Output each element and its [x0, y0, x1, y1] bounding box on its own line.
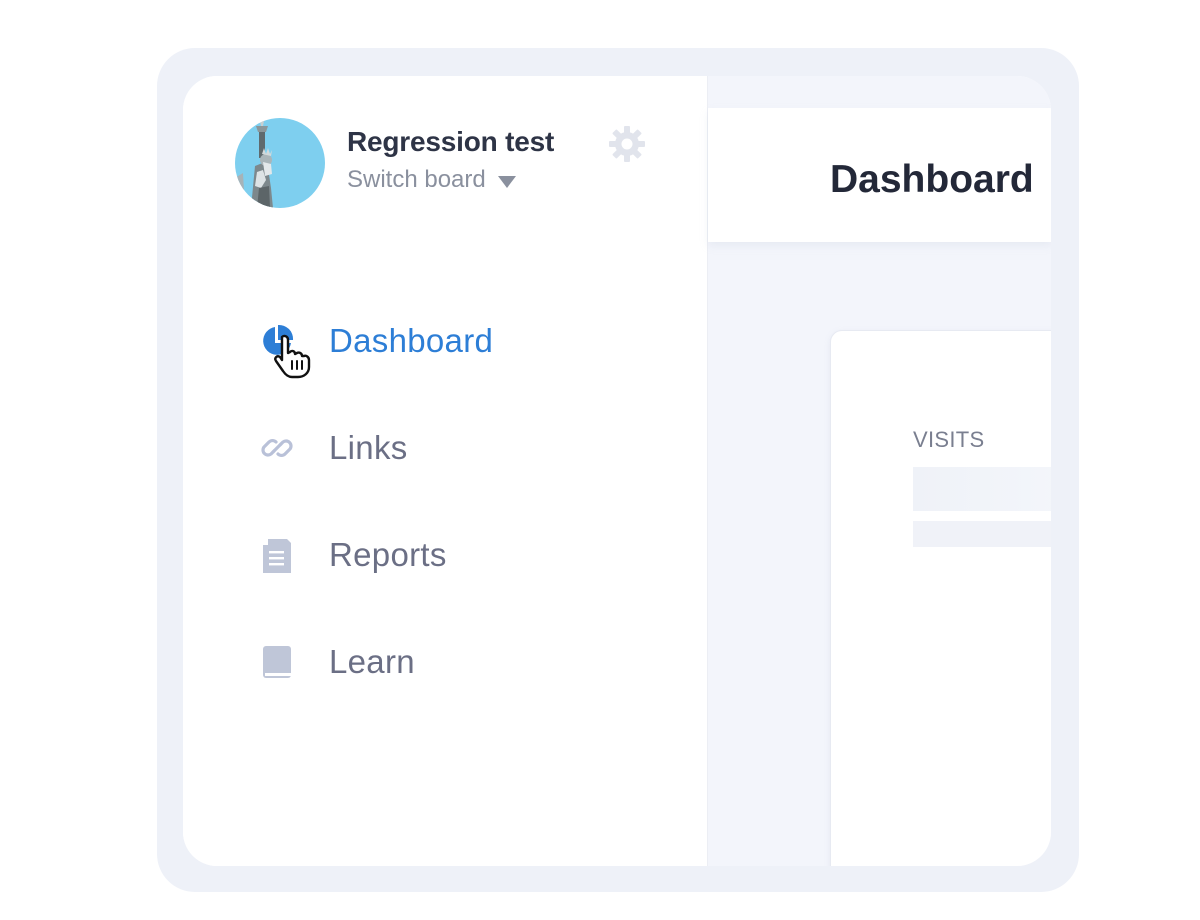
document-icon	[259, 537, 295, 573]
statue-of-liberty-avatar-icon	[235, 118, 325, 208]
sidebar: Regression test Switch board Dashboard L…	[183, 76, 707, 866]
book-icon	[259, 644, 295, 680]
sidebar-item-dashboard[interactable]: Dashboard	[259, 316, 493, 366]
sidebar-item-label: Reports	[329, 536, 447, 573]
sidebar-item-links[interactable]: Links	[259, 423, 408, 473]
loading-placeholder	[913, 467, 1051, 511]
loading-placeholder	[913, 521, 1051, 547]
visits-card: VISITS	[830, 330, 1051, 866]
sidebar-item-learn[interactable]: Learn	[259, 637, 415, 687]
page-title: Dashboard	[830, 158, 1034, 201]
main-content: Dashboard VISITS	[707, 76, 1051, 866]
sidebar-item-reports[interactable]: Reports	[259, 530, 447, 580]
link-icon	[259, 430, 295, 466]
switch-board-label: Switch board	[347, 166, 486, 193]
sidebar-item-label: Learn	[329, 643, 415, 680]
board-title: Regression test	[347, 126, 555, 157]
board-avatar[interactable]	[235, 118, 325, 208]
top-bar: Dashboard	[708, 108, 1051, 242]
switch-board-dropdown[interactable]: Switch board	[347, 166, 516, 194]
card-label-visits: VISITS	[913, 427, 985, 452]
caret-down-icon	[497, 175, 516, 188]
sidebar-item-label: Dashboard	[329, 322, 494, 359]
app-window: Regression test Switch board Dashboard L…	[183, 76, 1051, 866]
pie-chart-icon	[259, 323, 295, 359]
gear-icon[interactable]	[607, 124, 647, 164]
sidebar-item-label: Links	[329, 429, 408, 466]
